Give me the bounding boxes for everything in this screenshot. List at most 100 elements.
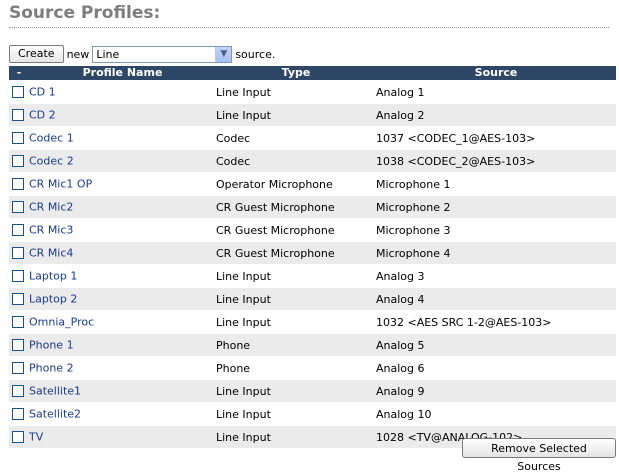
profile-name-link[interactable]: Phone 1 [29, 339, 74, 352]
row-checkbox[interactable] [12, 224, 24, 237]
profile-cell: CD 2 [9, 103, 216, 127]
table-row: CR Mic3 CR Guest Microphone Microphone 3 [9, 218, 616, 242]
create-button[interactable]: Create [9, 45, 64, 63]
type-cell: Line Input [216, 310, 376, 334]
row-checkbox[interactable] [12, 408, 24, 421]
type-cell: CR Guest Microphone [216, 195, 376, 219]
row-checkbox[interactable] [12, 109, 24, 122]
profile-name-link[interactable]: CR Mic4 [29, 247, 73, 260]
profile-name-link[interactable]: CD 2 [29, 109, 56, 122]
profile-name-link[interactable]: TV [29, 431, 43, 444]
table-row: CR Mic4 CR Guest Microphone Microphone 4 [9, 241, 616, 265]
source-cell: Analog 3 [376, 264, 616, 288]
header-source[interactable]: Source [376, 66, 616, 81]
header-type[interactable]: Type [216, 66, 376, 81]
table-row: Phone 1 Phone Analog 5 [9, 333, 616, 357]
table-row: Omnia_Proc Line Input 1032 <AES SRC 1-2@AE… [9, 310, 616, 334]
source-cell: Analog 5 [376, 333, 616, 357]
source-cell: Analog 4 [376, 287, 616, 311]
profile-cell: Satellite1 [9, 379, 216, 403]
source-cell: Microphone 4 [376, 241, 616, 265]
source-cell: 1038 <CODEC_2@AES-103> [376, 149, 616, 173]
profile-name-link[interactable]: Phone 2 [29, 362, 74, 375]
profile-cell: CR Mic4 [9, 241, 216, 265]
profile-name-link[interactable]: Laptop 2 [29, 293, 77, 306]
table-row: CR Mic2 CR Guest Microphone Microphone 2 [9, 195, 616, 219]
type-cell: Line Input [216, 379, 376, 403]
type-cell: CR Guest Microphone [216, 218, 376, 242]
profile-cell: Satellite2 [9, 402, 216, 426]
table-row: Codec 2 Codec 1038 <CODEC_2@AES-103> [9, 149, 616, 173]
profile-cell: CR Mic1 OP [9, 172, 216, 196]
row-checkbox[interactable] [12, 201, 24, 214]
profile-cell: Laptop 2 [9, 287, 216, 311]
profile-cell: TV [9, 425, 216, 448]
create-suffix-label: source. [235, 47, 276, 61]
profile-name-link[interactable]: Satellite1 [29, 385, 81, 398]
source-cell: Microphone 3 [376, 218, 616, 242]
type-cell: Phone [216, 333, 376, 357]
profile-name-link[interactable]: Laptop 1 [29, 270, 77, 283]
source-cell: Analog 10 [376, 402, 616, 426]
row-checkbox[interactable] [12, 431, 24, 444]
table-row: Satellite1 Line Input Analog 9 [9, 379, 616, 403]
type-cell: Line Input [216, 287, 376, 311]
row-checkbox[interactable] [12, 270, 24, 283]
source-cell: Microphone 1 [376, 172, 616, 196]
profile-name-link[interactable]: CR Mic3 [29, 224, 73, 237]
create-source-bar: Create new Line ▼ source. [9, 44, 278, 64]
row-checkbox[interactable] [12, 339, 24, 352]
source-cell: Analog 1 [376, 80, 616, 104]
type-cell: Line Input [216, 425, 376, 448]
type-cell: Codec [216, 126, 376, 150]
header-select[interactable]: - [9, 66, 29, 81]
source-cell: 1032 <AES SRC 1-2@AES-103> [376, 310, 616, 334]
table-row: Codec 1 Codec 1037 <CODEC_1@AES-103> [9, 126, 616, 150]
table-row: Laptop 1 Line Input Analog 3 [9, 264, 616, 288]
profile-cell: Phone 1 [9, 333, 216, 357]
profile-name-link[interactable]: Omnia_Proc [29, 316, 94, 329]
type-cell: CR Guest Microphone [216, 241, 376, 265]
source-type-select[interactable]: Line ▼ [92, 45, 233, 63]
profile-name-link[interactable]: CR Mic2 [29, 201, 73, 214]
row-checkbox[interactable] [12, 86, 24, 99]
profile-name-link[interactable]: Codec 1 [29, 132, 74, 145]
type-cell: Line Input [216, 264, 376, 288]
profile-name-link[interactable]: CR Mic1 OP [29, 178, 92, 191]
profile-cell: Phone 2 [9, 356, 216, 380]
table-row: CD 2 Line Input Analog 2 [9, 103, 616, 127]
table-row: Laptop 2 Line Input Analog 4 [9, 287, 616, 311]
type-cell: Line Input [216, 402, 376, 426]
profile-cell: CD 1 [9, 80, 216, 104]
row-checkbox[interactable] [12, 316, 24, 329]
table-row: Phone 2 Phone Analog 6 [9, 356, 616, 380]
source-profiles-table: - Profile Name Type Source CD 1 Line Inpu… [9, 66, 616, 448]
source-cell: Microphone 2 [376, 195, 616, 219]
remove-selected-sources-button[interactable]: Remove Selected Sources [462, 438, 616, 473]
table-header-row: - Profile Name Type Source [9, 66, 616, 81]
type-cell: Line Input [216, 80, 376, 104]
row-checkbox[interactable] [12, 293, 24, 306]
type-cell: Codec [216, 149, 376, 173]
profile-name-link[interactable]: Codec 2 [29, 155, 74, 168]
table-row: CD 1 Line Input Analog 1 [9, 80, 616, 104]
chevron-down-icon[interactable]: ▼ [215, 46, 232, 62]
type-cell: Operator Microphone [216, 172, 376, 196]
row-checkbox[interactable] [12, 385, 24, 398]
row-checkbox[interactable] [12, 155, 24, 168]
row-checkbox[interactable] [12, 178, 24, 191]
source-cell: 1037 <CODEC_1@AES-103> [376, 126, 616, 150]
profile-name-link[interactable]: Satellite2 [29, 408, 81, 421]
row-checkbox[interactable] [12, 247, 24, 260]
profile-name-link[interactable]: CD 1 [29, 86, 56, 99]
row-checkbox[interactable] [12, 132, 24, 145]
table-row: CR Mic1 OP Operator Microphone Microphone … [9, 172, 616, 196]
page-title: Source Profiles: [9, 2, 609, 28]
type-cell: Line Input [216, 103, 376, 127]
create-prefix-label: new [66, 47, 90, 61]
row-checkbox[interactable] [12, 362, 24, 375]
profile-cell: CR Mic3 [9, 218, 216, 242]
table-row: Satellite2 Line Input Analog 10 [9, 402, 616, 426]
header-profile-name[interactable]: Profile Name [29, 66, 216, 81]
type-cell: Phone [216, 356, 376, 380]
